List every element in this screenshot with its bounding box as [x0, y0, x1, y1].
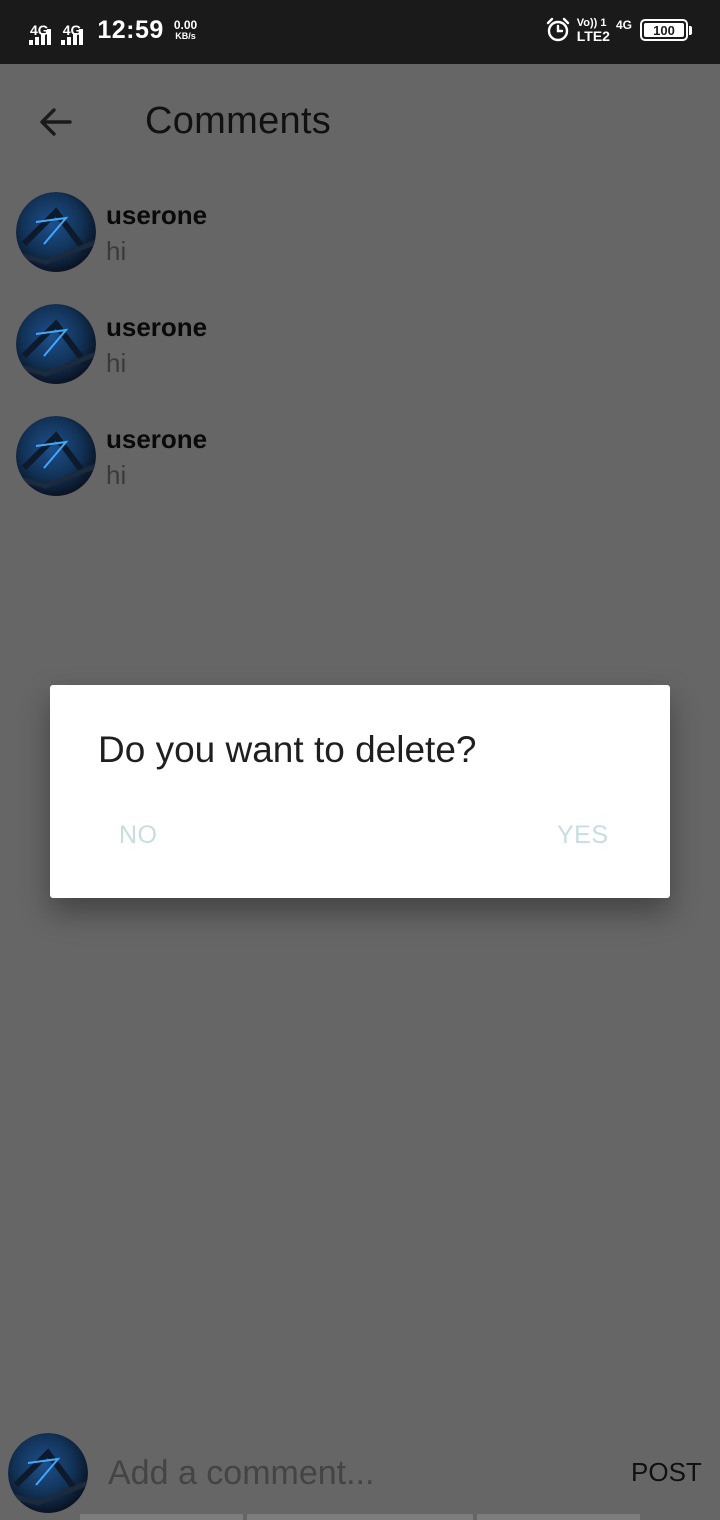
- avatar: [8, 1433, 88, 1513]
- comment-list: userone hi userone hi userone hi: [0, 180, 720, 516]
- alarm-icon: [546, 17, 569, 42]
- battery-icon: 100: [640, 19, 688, 41]
- avatar[interactable]: [16, 192, 96, 272]
- comment-text: hi: [106, 236, 127, 266]
- comment-text: hi: [106, 460, 127, 490]
- comment-item[interactable]: userone hi: [0, 180, 720, 292]
- arrow-back-icon: [40, 108, 72, 136]
- toolbar: Comments: [0, 64, 720, 180]
- avatar[interactable]: [16, 416, 96, 496]
- post-button[interactable]: POST: [631, 1457, 702, 1488]
- status-left: 4G 4G 12:59 0.00 KB/s: [28, 16, 198, 45]
- comment-composer: POST: [0, 1425, 720, 1520]
- network-type-label: 4G: [615, 18, 632, 32]
- sim2-network-label: 4G: [62, 21, 82, 38]
- status-right: Vo)) 1 LTE2 4G 100: [545, 17, 692, 43]
- delete-dialog: Do you want to delete? NO YES: [50, 685, 670, 898]
- yes-button[interactable]: YES: [557, 821, 609, 850]
- network-speed-value: 0.00: [173, 17, 198, 32]
- comment-item[interactable]: userone hi: [0, 404, 720, 516]
- keyboard-edge-divider: [80, 1514, 243, 1520]
- back-button[interactable]: [32, 98, 80, 146]
- battery-level: 100: [653, 22, 675, 38]
- network-speed: 0.00 KB/s: [173, 17, 198, 42]
- comments-screen: 4G 4G 12:59 0.00 KB/s Vo)) 1 LTE2 4G 100…: [0, 0, 720, 1520]
- volte-bottom-label: LTE2: [576, 28, 610, 44]
- avatar-image: [8, 1433, 88, 1513]
- avatar-image: [16, 416, 96, 496]
- avatar-image: [16, 192, 96, 272]
- avatar[interactable]: [16, 304, 96, 384]
- comment-item[interactable]: userone hi: [0, 292, 720, 404]
- comment-username[interactable]: userone: [106, 312, 207, 343]
- status-time: 12:59: [97, 16, 164, 44]
- comment-username[interactable]: userone: [106, 424, 207, 455]
- network-speed-unit: KB/s: [175, 30, 196, 41]
- keyboard-edge-divider: [247, 1514, 473, 1520]
- status-bar: 4G 4G 12:59 0.00 KB/s Vo)) 1 LTE2 4G 100: [0, 0, 720, 64]
- page-title: Comments: [145, 100, 332, 142]
- dialog-message: Do you want to delete?: [98, 729, 477, 770]
- sim1-network-label: 4G: [30, 21, 49, 38]
- volte-indicator: Vo)) 1 LTE2: [577, 17, 610, 43]
- comment-input[interactable]: [108, 1449, 588, 1497]
- comment-text: hi: [106, 348, 127, 378]
- sim2-signal: 4G: [61, 17, 84, 45]
- battery-tip: [689, 25, 692, 35]
- avatar-image: [16, 304, 96, 384]
- keyboard-edge-divider: [477, 1514, 640, 1520]
- sim1-signal: 4G: [28, 17, 51, 45]
- no-button[interactable]: NO: [119, 821, 158, 850]
- comment-username[interactable]: userone: [106, 200, 207, 231]
